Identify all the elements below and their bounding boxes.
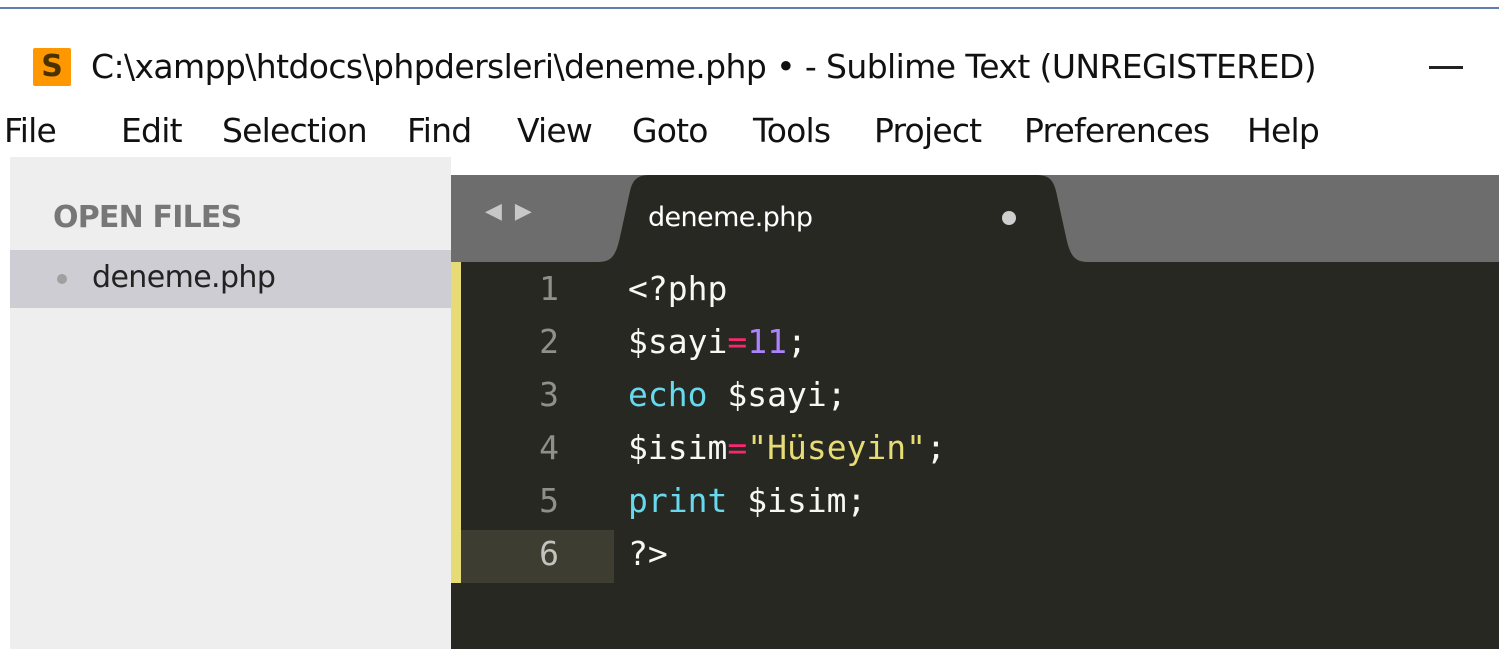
minimize-icon[interactable] <box>1429 66 1463 69</box>
line-number: 5 <box>539 481 559 520</box>
tab-bar: ◀ ▶ deneme.php <box>451 157 1499 262</box>
code-token: ; <box>926 428 946 467</box>
menu-project[interactable]: Project <box>874 109 982 153</box>
sublime-app-icon: S <box>33 48 71 86</box>
code-area[interactable]: 123456 <?php $sayi=11; echo $sayi; $isim="H… <box>451 262 1499 649</box>
line-number: 4 <box>539 428 559 467</box>
menu-preferences[interactable]: Preferences <box>1024 109 1210 153</box>
sidebar-item-label: deneme.php <box>92 260 276 295</box>
code-token: print <box>628 481 728 520</box>
code-line[interactable]: print $isim; <box>628 474 866 527</box>
modified-lines-marker <box>451 262 461 583</box>
file-dot-icon <box>57 274 67 284</box>
line-number: 6 <box>539 534 559 573</box>
code-token: $sayi <box>628 322 728 361</box>
code-token: 11 <box>747 322 787 361</box>
menu-tools[interactable]: Tools <box>753 109 831 153</box>
window-title: C:\xampp\htdocs\phpdersleri\deneme.php •… <box>91 47 1317 86</box>
menu-view[interactable]: View <box>517 109 593 153</box>
code-token: <?php <box>628 269 728 308</box>
code-token: = <box>727 428 748 467</box>
code-line[interactable]: echo $sayi; <box>628 368 847 421</box>
window-left-edge <box>0 157 10 649</box>
tab-nav-arrows-icon[interactable]: ◀ ▶ <box>485 199 535 224</box>
sidebar-item-deneme-php[interactable]: deneme.php <box>10 250 451 308</box>
code-token: $isim; <box>727 481 867 520</box>
code-token: $isim <box>628 428 728 467</box>
line-number: 1 <box>539 269 559 308</box>
app-icon-letter: S <box>41 49 63 84</box>
title-bar[interactable]: S C:\xampp\htdocs\phpdersleri\deneme.php… <box>0 9 1499 105</box>
code-token: ?> <box>628 534 668 573</box>
menu-bar: File Edit Selection Find View Goto Tools… <box>0 105 1499 157</box>
menu-find[interactable]: Find <box>407 109 472 153</box>
tab-label: deneme.php <box>648 202 813 233</box>
code-line[interactable]: ?> <box>628 527 668 580</box>
code-token: echo <box>628 375 708 414</box>
code-token: "Hüseyin" <box>747 428 927 467</box>
menu-goto[interactable]: Goto <box>632 109 709 153</box>
code-token: ; <box>786 322 807 361</box>
menu-file[interactable]: File <box>4 109 57 153</box>
code-line[interactable]: $sayi=11; <box>628 315 807 368</box>
menu-edit[interactable]: Edit <box>121 109 183 153</box>
tab-bar-top-gap <box>451 157 1499 175</box>
line-number: 3 <box>539 375 559 414</box>
menu-selection[interactable]: Selection <box>222 109 368 153</box>
sidebar-header-open-files: OPEN FILES <box>53 200 242 235</box>
editor-pane: ◀ ▶ deneme.php 123456 <?php $sayi=11; echo… <box>451 157 1499 649</box>
unsaved-dot-icon[interactable] <box>1002 211 1016 225</box>
line-number: 2 <box>539 322 559 361</box>
code-line[interactable]: <?php <box>628 262 727 315</box>
code-token: = <box>727 322 748 361</box>
tab-deneme-php[interactable]: deneme.php <box>598 175 1088 262</box>
code-line[interactable]: $isim="Hüseyin"; <box>628 421 946 474</box>
code-token: $sayi; <box>707 375 847 414</box>
top-strip <box>0 0 1499 9</box>
menu-help[interactable]: Help <box>1247 109 1320 153</box>
sidebar: OPEN FILES deneme.php <box>10 157 451 649</box>
